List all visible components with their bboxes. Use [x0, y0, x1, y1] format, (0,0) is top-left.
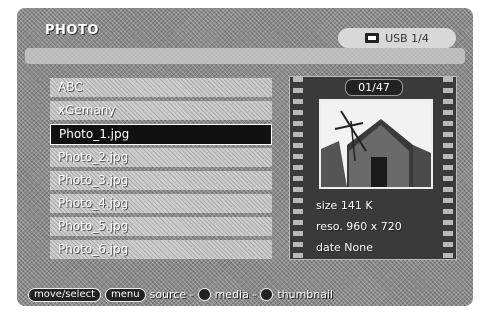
header-bar — [25, 48, 465, 64]
source-label: USB 1/4 — [385, 31, 429, 45]
file-date: date None — [316, 241, 373, 254]
preview-panel: 01/47 size 141 K reso. 960 x 720 date No… — [289, 76, 457, 260]
list-item[interactable]: Photo_5.jpg — [50, 216, 272, 236]
move-select-key: move/select — [28, 287, 102, 302]
list-item[interactable]: xGemany — [50, 100, 272, 120]
film-strip-left — [293, 77, 303, 259]
photo-counter: 01/47 — [345, 79, 403, 96]
source-tab[interactable]: USB 1/4 — [338, 28, 456, 48]
menu-key: menu — [105, 287, 146, 302]
film-strip-right — [443, 77, 453, 259]
list-item[interactable]: Photo_6.jpg — [50, 239, 272, 259]
file-resolution: reso. 960 x 720 — [316, 220, 402, 233]
help-bar: move/select menu source - media - thumbn… — [28, 287, 458, 302]
usb-drive-icon — [365, 33, 380, 43]
list-item[interactable]: Photo_2.jpg — [50, 148, 272, 168]
media-hint: media - — [214, 288, 257, 301]
thumbnail-button-icon — [260, 288, 274, 301]
list-item-selected[interactable]: Photo_1.jpg — [50, 123, 272, 145]
page-title: PHOTO — [45, 23, 99, 38]
file-list: ABC xGemany Photo_1.jpg Photo_2.jpg Phot… — [50, 78, 272, 262]
thumbnail-hint: thumbnail — [277, 288, 334, 301]
media-button-icon — [197, 288, 211, 301]
file-size: size 141 K — [316, 199, 373, 212]
list-item[interactable]: ABC — [50, 78, 272, 97]
list-item[interactable]: Photo_3.jpg — [50, 171, 272, 191]
list-item[interactable]: Photo_4.jpg — [50, 193, 272, 213]
photo-thumbnail — [319, 99, 433, 189]
source-hint: source - — [149, 288, 194, 301]
windmill-photo-icon — [321, 101, 431, 187]
